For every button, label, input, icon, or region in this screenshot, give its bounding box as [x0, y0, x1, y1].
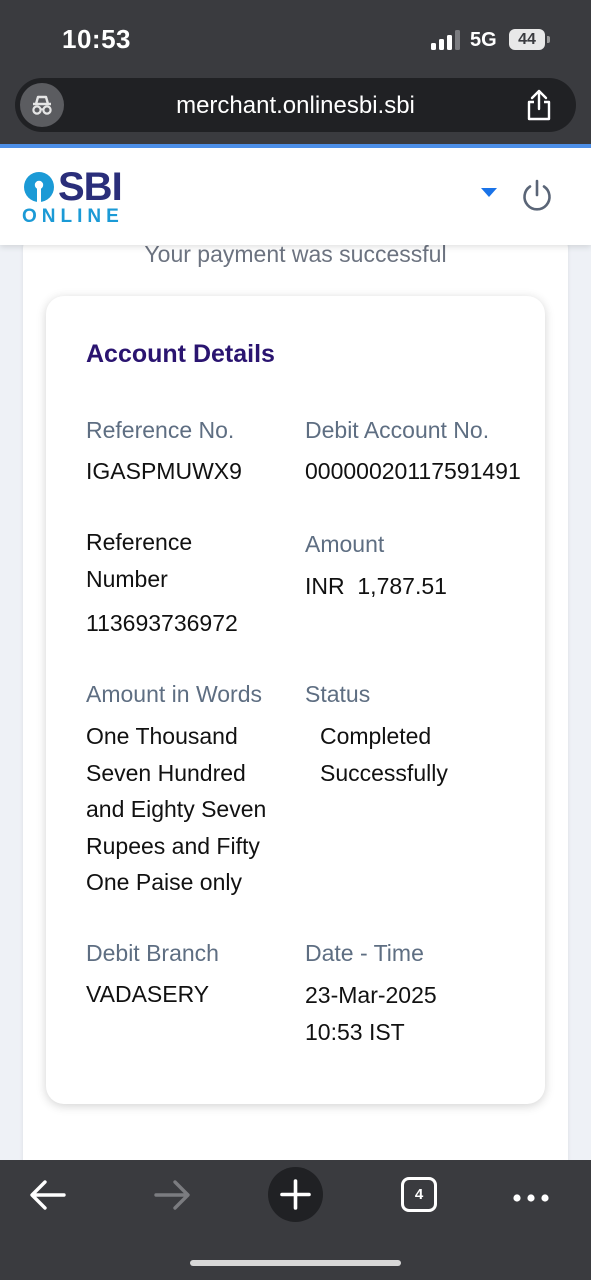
- tabs-button[interactable]: 4: [401, 1177, 437, 1212]
- date-time-value: 23-Mar-2025 10:53 IST: [305, 982, 437, 1045]
- home-indicator[interactable]: [190, 1260, 401, 1266]
- reference-no-label: Reference No.: [86, 417, 235, 443]
- status-label: Status: [305, 681, 371, 707]
- back-arrow-icon[interactable]: [28, 1177, 68, 1218]
- network-type: 5G: [470, 29, 497, 51]
- date-time-label: Date - Time: [305, 940, 424, 966]
- status-bar: 10:53 5G 44: [0, 0, 591, 76]
- debit-branch-label: Debit Branch: [86, 940, 219, 966]
- plus-icon: [280, 1179, 311, 1210]
- card-title: Account Details: [86, 340, 275, 368]
- reference-number-value: 113693736972: [86, 610, 238, 636]
- amount-label: Amount: [305, 531, 385, 557]
- browser-toolbar: 4: [0, 1160, 591, 1280]
- more-icon[interactable]: [512, 1190, 550, 1208]
- reference-no-value: IGASPMUWX9: [86, 458, 242, 484]
- forward-arrow-icon[interactable]: [152, 1177, 192, 1218]
- reference-number-label: Reference Number: [86, 529, 193, 592]
- address-bar[interactable]: merchant.onlinesbi.sbi: [15, 78, 576, 132]
- status-value: Completed Successfully: [320, 723, 448, 786]
- site-header: SBI ONLINE: [0, 148, 591, 245]
- caret-down-icon[interactable]: [481, 188, 497, 197]
- account-details-card: Account Details Reference No. IGASPMUWX9…: [46, 296, 545, 1104]
- share-icon[interactable]: [524, 88, 554, 122]
- debit-branch-value: VADASERY: [86, 981, 210, 1007]
- brand-name[interactable]: SBI: [58, 165, 123, 210]
- debit-account-value: 00000020117591491: [305, 458, 521, 484]
- success-message: Your payment was successful: [144, 241, 447, 267]
- sbi-logo-icon[interactable]: [23, 171, 55, 203]
- amount-words-value: One Thousand Seven Hundred and Eighty Se…: [86, 723, 267, 895]
- amount-value: INR 1,787.51: [305, 573, 447, 599]
- debit-account-label: Debit Account No.: [305, 417, 490, 443]
- brand-subtitle: ONLINE: [22, 206, 124, 227]
- url-text[interactable]: merchant.onlinesbi.sbi: [15, 92, 576, 120]
- web-page: SBI ONLINE Your payment was successful A…: [0, 148, 591, 1160]
- new-tab-button[interactable]: [268, 1167, 323, 1222]
- battery-icon: 44: [509, 29, 550, 50]
- amount-words-label: Amount in Words: [86, 681, 262, 707]
- signal-icon: [431, 30, 461, 50]
- power-icon[interactable]: [519, 178, 555, 214]
- status-time: 10:53: [62, 24, 131, 54]
